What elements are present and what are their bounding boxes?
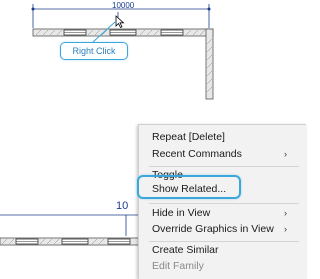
menu-item-override-graphics[interactable]: Override Graphics in View ›	[139, 221, 306, 238]
mouse-cursor-icon	[115, 15, 125, 29]
bottom-plan-view	[0, 212, 141, 252]
menu-item-edit-family: Edit Family	[139, 258, 306, 275]
chevron-right-icon: ›	[284, 208, 287, 218]
top-wall-drawing[interactable]	[0, 0, 305, 120]
menu-item-label: Recent Commands	[152, 148, 242, 160]
menu-item-create-similar[interactable]: Create Similar	[139, 242, 306, 259]
context-menu: Repeat [Delete] Recent Commands › Toggle…	[138, 124, 306, 279]
menu-item-hide-in-view[interactable]: Hide in View ›	[139, 205, 306, 222]
top-plan-view: 10000 Right Click	[0, 0, 305, 120]
top-dimension-label: 10000	[112, 1, 135, 10]
show-related-highlight	[137, 175, 241, 199]
menu-item-repeat-delete[interactable]: Repeat [Delete]	[139, 129, 306, 146]
right-click-callout: Right Click	[60, 42, 128, 60]
chevron-right-icon: ›	[284, 149, 287, 159]
menu-item-label: Override Graphics in View	[152, 223, 274, 235]
menu-item-label: Hide in View	[152, 207, 211, 219]
bottom-wall-drawing[interactable]	[0, 212, 141, 252]
chevron-right-icon: ›	[284, 224, 287, 234]
menu-separator	[149, 203, 299, 204]
bottom-dimension-label: 10	[116, 200, 129, 212]
menu-item-recent-commands[interactable]: Recent Commands ›	[139, 146, 306, 163]
menu-item-label: Repeat [Delete]	[152, 131, 225, 143]
menu-item-label: Create Similar	[152, 244, 219, 256]
menu-item-label: Edit Family	[152, 260, 204, 272]
